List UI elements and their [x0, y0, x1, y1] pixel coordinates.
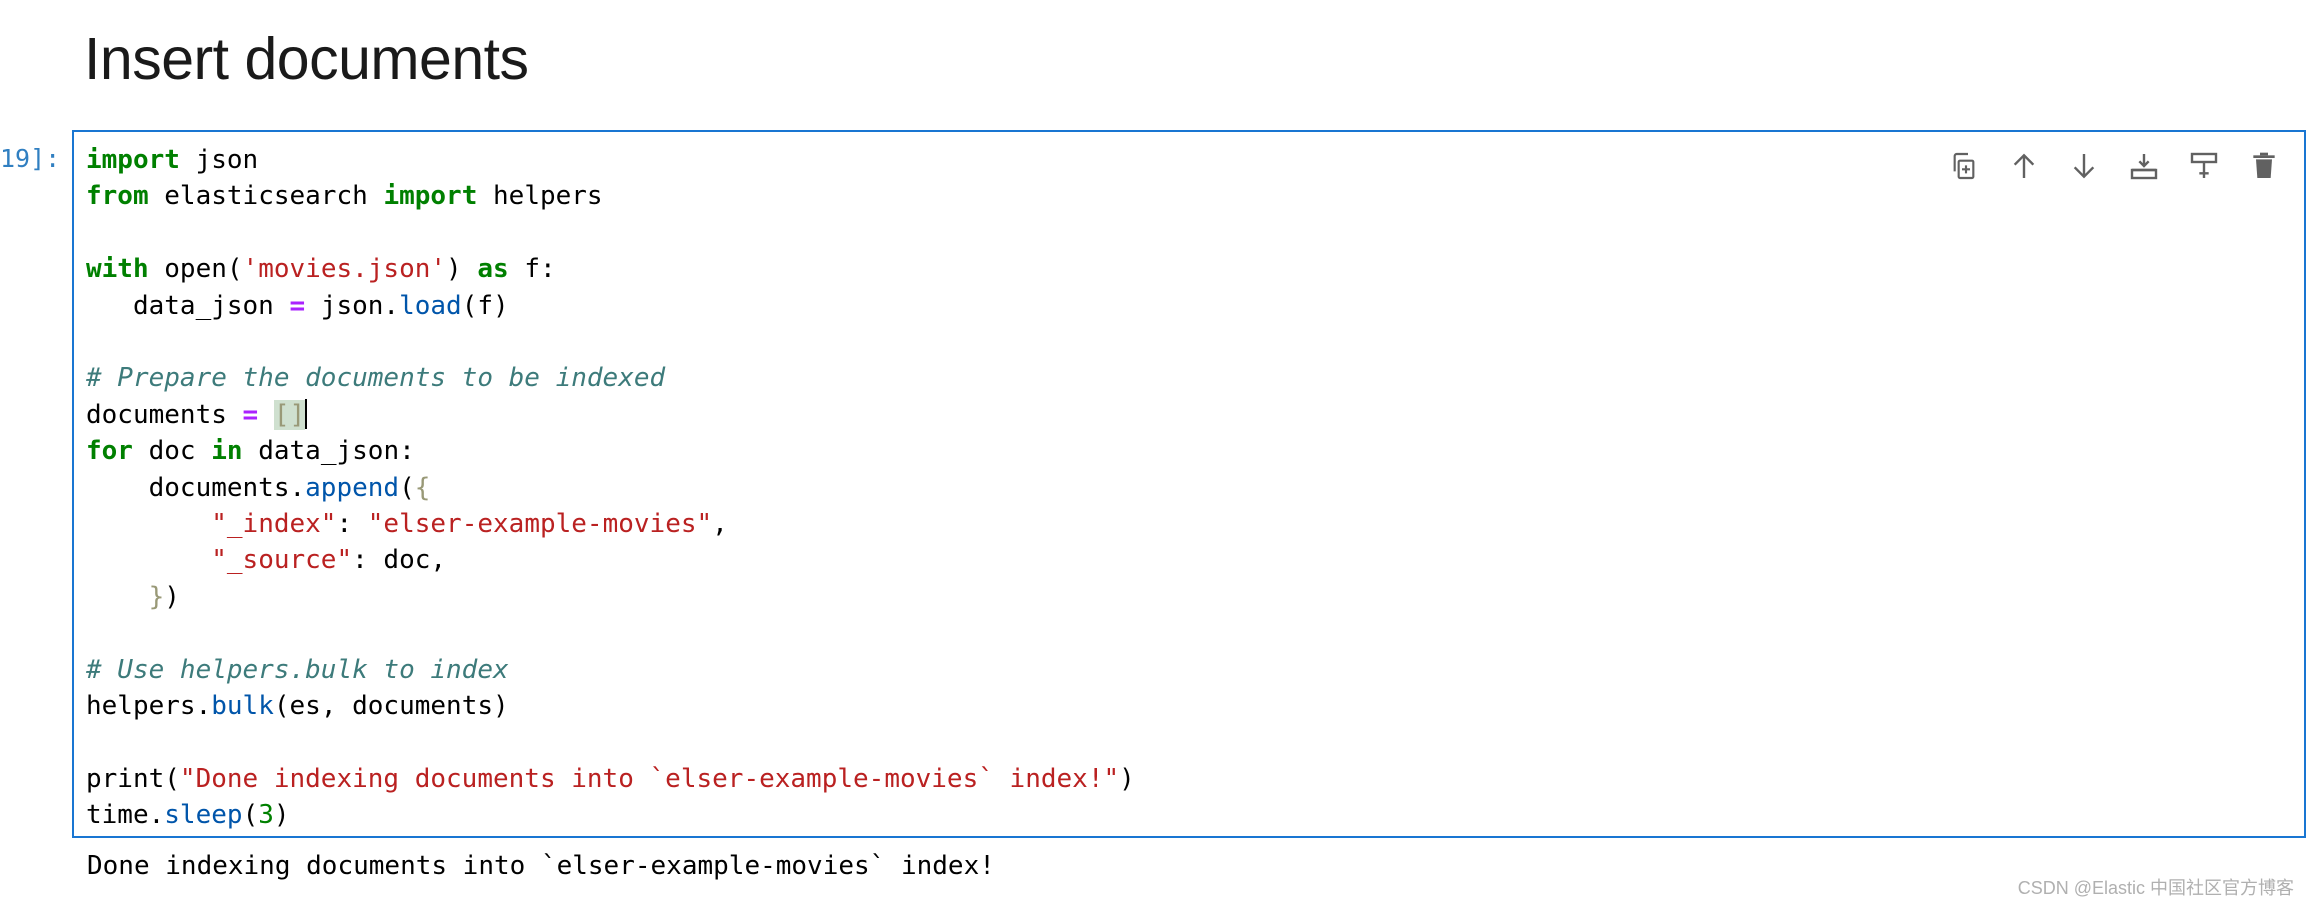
code-line: print("Done indexing documents into `els… — [86, 763, 1135, 794]
code-line: import json — [86, 145, 259, 175]
arrow-down-icon — [2073, 154, 2095, 179]
cell-output: Done indexing documents into `elser-exam… — [87, 851, 995, 881]
code-line: documents = [] — [86, 398, 308, 430]
delete-cell-button[interactable] — [2234, 144, 2294, 188]
text-cursor — [305, 398, 308, 429]
insert-below-icon — [2130, 154, 2158, 180]
code-line: from elasticsearch import helpers — [86, 181, 603, 212]
cell-prompt: 19]: — [0, 144, 61, 173]
watermark: CSDN @Elastic 中国社区官方博客 — [2017, 878, 2294, 898]
code-cell[interactable]: import json from elasticsearch import he… — [72, 130, 2306, 838]
insert-above-icon — [2190, 152, 2218, 178]
copy-icon — [1953, 152, 1975, 180]
code-line: data_json = json.load(f) — [86, 290, 509, 321]
move-up-button[interactable] — [1994, 144, 2054, 188]
code-line: "_index": "elser-example-movies", — [211, 509, 728, 540]
code-line: }) — [148, 581, 180, 612]
code-comment: # Prepare the documents to be indexed — [86, 363, 666, 394]
code-editor[interactable]: import json from elasticsearch import he… — [86, 142, 1135, 834]
code-comment: # Use helpers.bulk to index — [86, 654, 509, 685]
insert-below-button[interactable] — [2114, 144, 2174, 188]
arrow-up-icon — [2013, 153, 2035, 178]
move-down-button[interactable] — [2054, 144, 2114, 188]
code-line: with open('movies.json') as f: — [86, 254, 556, 285]
code-line: "_source": doc, — [211, 545, 447, 576]
bracket-match-highlight: [] — [273, 399, 306, 430]
duplicate-cell-button[interactable] — [1934, 144, 1994, 188]
code-line: helpers.bulk(es, documents) — [86, 691, 509, 722]
code-line: for doc in data_json: — [86, 436, 415, 467]
trash-icon — [2253, 152, 2275, 178]
cell-toolbar — [1934, 144, 2294, 188]
insert-above-button[interactable] — [2174, 144, 2234, 188]
section-heading: Insert documents — [84, 26, 529, 92]
code-line: documents.append({ — [86, 472, 431, 503]
code-line: time.sleep(3) — [86, 800, 290, 831]
